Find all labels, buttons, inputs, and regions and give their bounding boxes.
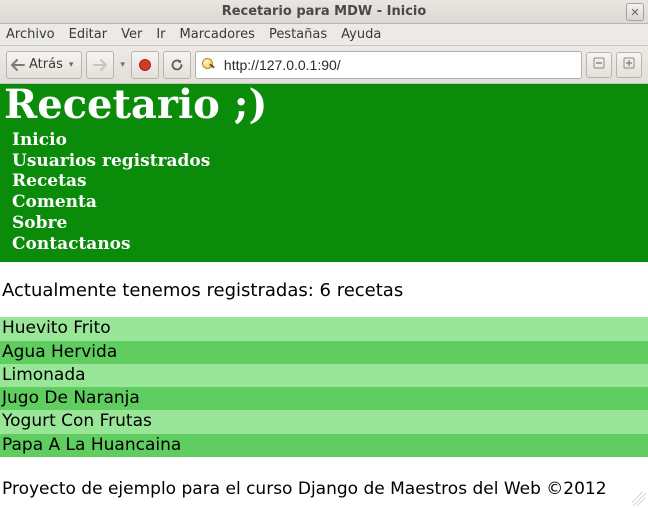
back-button-label: Atrás [29,57,63,72]
menu-editar[interactable]: Editar [69,27,108,42]
menu-ayuda[interactable]: Ayuda [341,27,381,42]
forward-history-dropdown-icon[interactable]: ▾ [118,60,127,70]
forward-arrow-icon [93,58,107,72]
close-icon: ✕ [630,6,639,19]
address-input[interactable] [222,56,577,74]
window-titlebar: Recetario para MDW - Inicio ✕ [0,0,648,24]
menu-pestanas[interactable]: Pestañas [269,27,327,42]
minus-square-icon [593,57,605,73]
page-viewport: Recetario ;) Inicio Usuarios registrados… [0,84,648,508]
site-title: Recetario ;) [4,84,644,126]
recipe-item[interactable]: Yogurt Con Frutas [0,410,648,433]
back-arrow-icon [11,58,25,72]
nav-link-usuarios[interactable]: Usuarios registrados [12,151,644,172]
nav-link-comenta[interactable]: Comenta [12,192,644,213]
window-title: Recetario para MDW - Inicio [222,4,427,19]
reload-button[interactable] [163,51,191,79]
plus-square-icon [623,57,635,73]
nav-link-inicio[interactable]: Inicio [12,130,644,151]
toolbar: Atrás ▾ ▾ [0,46,648,84]
recipe-list: Huevito Frito Agua Hervida Limonada Jugo… [0,317,648,457]
menu-marcadores[interactable]: Marcadores [180,27,255,42]
forward-button[interactable] [86,51,114,79]
recipe-item[interactable]: Papa A La Huancaina [0,434,648,457]
recipe-item[interactable]: Huevito Frito [0,317,648,340]
new-tab-button[interactable] [616,52,642,78]
nav-link-recetas[interactable]: Recetas [12,171,644,192]
page-content: Actualmente tenemos registradas: 6 recet… [0,262,648,499]
recipe-item[interactable]: Jugo De Naranja [0,387,648,410]
recipe-count-summary: Actualmente tenemos registradas: 6 recet… [0,262,648,317]
reload-icon [170,58,184,72]
recipe-item[interactable]: Agua Hervida [0,341,648,364]
site-header: Recetario ;) Inicio Usuarios registrados… [0,84,648,262]
page-footer-text: Proyecto de ejemplo para el curso Django… [0,457,648,499]
menu-ir[interactable]: Ir [156,27,165,42]
maximize-viewport-button[interactable] [586,52,612,78]
site-favicon-icon [200,57,216,73]
stop-button[interactable] [131,51,159,79]
nav-link-contactanos[interactable]: Contactanos [12,234,644,255]
nav-link-sobre[interactable]: Sobre [12,213,644,234]
site-nav: Inicio Usuarios registrados Recetas Come… [4,130,644,254]
address-bar[interactable] [195,51,582,79]
menu-archivo[interactable]: Archivo [6,27,55,42]
window-close-button[interactable]: ✕ [626,3,644,21]
stop-icon [138,58,152,72]
back-button[interactable]: Atrás ▾ [6,51,82,79]
menubar: Archivo Editar Ver Ir Marcadores Pestaña… [0,24,648,46]
resize-grip-icon[interactable] [632,492,646,506]
back-history-dropdown-icon[interactable]: ▾ [67,60,76,70]
menu-ver[interactable]: Ver [121,27,142,42]
recipe-item[interactable]: Limonada [0,364,648,387]
